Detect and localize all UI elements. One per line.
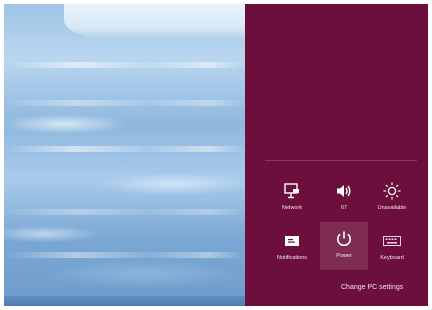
screen: Network 67 Unavailable Notifications Pow… [4,4,428,306]
power-icon [329,228,359,250]
network-label: Network [281,205,303,211]
wallpaper-ripple [4,209,245,215]
change-pc-settings-link[interactable]: Change PC settings [341,284,403,291]
wallpaper-ripple [4,62,245,68]
notifications-tile[interactable]: Notifications [268,224,316,270]
power-tile[interactable]: Power [320,222,368,270]
brightness-label: Unavailable [377,205,407,211]
keyboard-tile[interactable]: Keyboard [368,224,416,270]
notifications-label: Notifications [277,255,307,261]
power-label: Power [336,253,352,259]
keyboard-label: Keyboard [380,255,404,261]
wallpaper-bottom-strip [4,296,245,306]
wallpaper-ripple [4,100,245,106]
notifications-icon [277,230,307,252]
wallpaper-ripple [4,146,245,152]
panel-divider [265,160,417,161]
brightness-tile[interactable]: Unavailable [368,174,416,220]
keyboard-icon [377,230,407,252]
network-icon [277,180,307,202]
desktop-wallpaper [4,4,245,306]
volume-icon [329,180,359,202]
settings-charm-panel: Network 67 Unavailable Notifications Pow… [245,4,428,306]
volume-level-label: 67 [340,205,348,211]
volume-tile[interactable]: 67 [320,174,368,220]
wallpaper-ice-shelf [64,4,245,38]
wallpaper-ripple [4,252,245,258]
brightness-icon [377,180,407,202]
network-tile[interactable]: Network [268,174,316,220]
